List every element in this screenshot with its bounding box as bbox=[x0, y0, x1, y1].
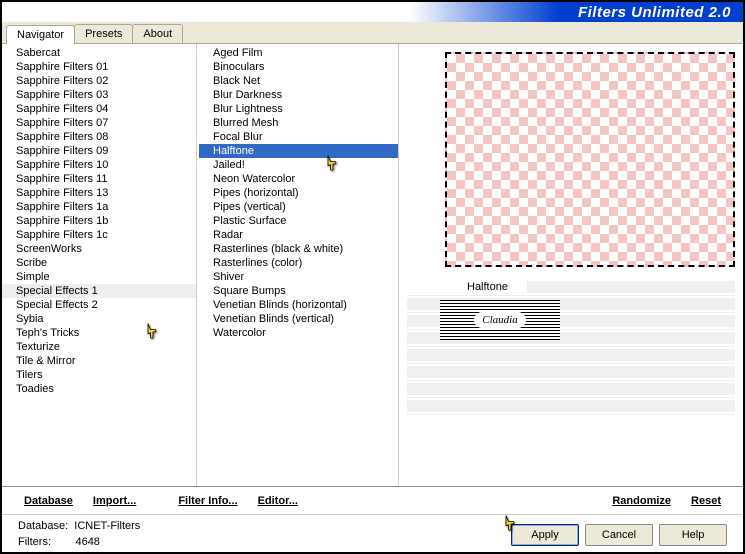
param-slider[interactable] bbox=[527, 281, 735, 293]
param-row bbox=[407, 398, 735, 415]
list-item[interactable]: Blur Darkness bbox=[199, 88, 398, 102]
db-value: ICNET-Filters bbox=[74, 520, 140, 532]
param-slider[interactable] bbox=[407, 400, 735, 412]
list-item[interactable]: Special Effects 2 bbox=[2, 298, 196, 312]
list-item[interactable]: Sapphire Filters 08 bbox=[2, 130, 196, 144]
list-item[interactable]: Sapphire Filters 03 bbox=[2, 88, 196, 102]
import-button[interactable]: Import... bbox=[85, 495, 144, 507]
param-row bbox=[407, 381, 735, 398]
filter-info-button[interactable]: Filter Info... bbox=[170, 495, 245, 507]
database-button[interactable]: Database bbox=[16, 495, 81, 507]
filters-label: Filters: bbox=[18, 536, 51, 548]
list-item[interactable]: Special Effects 1 bbox=[2, 284, 196, 298]
list-item[interactable]: Binoculars bbox=[199, 60, 398, 74]
list-item[interactable]: Tilers bbox=[2, 368, 196, 382]
help-button[interactable]: Help bbox=[659, 524, 727, 546]
main-area: SabercatSapphire Filters 01Sapphire Filt… bbox=[2, 44, 743, 486]
list-item[interactable]: Black Net bbox=[199, 74, 398, 88]
param-row: Halftone bbox=[407, 279, 735, 296]
preview-panel: Halftone bbox=[399, 44, 743, 486]
param-slider[interactable] bbox=[407, 366, 735, 378]
param-slider[interactable] bbox=[407, 349, 735, 361]
list-item[interactable]: Sybia bbox=[2, 312, 196, 326]
list-item[interactable]: Teph's Tricks bbox=[2, 326, 196, 340]
list-item[interactable]: Sapphire Filters 01 bbox=[2, 60, 196, 74]
watermark-text: Claudia bbox=[474, 312, 525, 328]
param-row bbox=[407, 347, 735, 364]
tab-strip: Navigator Presets About bbox=[2, 22, 743, 44]
list-item[interactable]: Pipes (horizontal) bbox=[199, 186, 398, 200]
filters-count: 4648 bbox=[75, 536, 99, 548]
dialog-buttons: Apply Cancel Help bbox=[511, 524, 727, 546]
list-item[interactable]: Sapphire Filters 13 bbox=[2, 186, 196, 200]
tab-navigator[interactable]: Navigator bbox=[6, 25, 75, 44]
list-item[interactable]: Halftone bbox=[199, 144, 398, 158]
list-item[interactable]: Sabercat bbox=[2, 46, 196, 60]
list-item[interactable]: Focal Blur bbox=[199, 130, 398, 144]
db-label: Database: bbox=[18, 520, 68, 532]
title-bar: Filters Unlimited 2.0 bbox=[2, 2, 743, 22]
list-item[interactable]: Jailed! bbox=[199, 158, 398, 172]
list-item[interactable]: Texturize bbox=[2, 340, 196, 354]
list-item[interactable]: Blurred Mesh bbox=[199, 116, 398, 130]
list-item[interactable]: ScreenWorks bbox=[2, 242, 196, 256]
toolbar: Database Import... Filter Info... Editor… bbox=[2, 486, 743, 514]
list-item[interactable]: Radar bbox=[199, 228, 398, 242]
list-item[interactable]: Plastic Surface bbox=[199, 214, 398, 228]
randomize-button[interactable]: Randomize bbox=[604, 495, 679, 507]
list-item[interactable]: Sapphire Filters 02 bbox=[2, 74, 196, 88]
category-list[interactable]: SabercatSapphire Filters 01Sapphire Filt… bbox=[2, 44, 197, 486]
filter-list[interactable]: Aged FilmBinocularsBlack NetBlur Darknes… bbox=[199, 44, 399, 486]
footer: Database: ICNET-Filters Filters: 4648 Ap… bbox=[2, 514, 743, 554]
list-item[interactable]: Sapphire Filters 11 bbox=[2, 172, 196, 186]
watermark-badge: Claudia bbox=[440, 300, 560, 340]
list-item[interactable]: Sapphire Filters 07 bbox=[2, 116, 196, 130]
list-item[interactable]: Sapphire Filters 10 bbox=[2, 158, 196, 172]
list-item[interactable]: Sapphire Filters 04 bbox=[2, 102, 196, 116]
list-item[interactable]: Square Bumps bbox=[199, 284, 398, 298]
editor-button[interactable]: Editor... bbox=[250, 495, 306, 507]
list-item[interactable]: Toadies bbox=[2, 382, 196, 396]
list-item[interactable]: Aged Film bbox=[199, 46, 398, 60]
list-item[interactable]: Scribe bbox=[2, 256, 196, 270]
list-item[interactable]: Rasterlines (black & white) bbox=[199, 242, 398, 256]
list-item[interactable]: Sapphire Filters 1c bbox=[2, 228, 196, 242]
list-item[interactable]: Venetian Blinds (horizontal) bbox=[199, 298, 398, 312]
tab-about[interactable]: About bbox=[132, 24, 183, 43]
preview-image bbox=[445, 52, 735, 267]
list-item[interactable]: Venetian Blinds (vertical) bbox=[199, 312, 398, 326]
cancel-button[interactable]: Cancel bbox=[585, 524, 653, 546]
status-info: Database: ICNET-Filters Filters: 4648 bbox=[18, 519, 140, 550]
app-title: Filters Unlimited 2.0 bbox=[578, 4, 731, 21]
list-item[interactable]: Shiver bbox=[199, 270, 398, 284]
reset-button[interactable]: Reset bbox=[683, 495, 729, 507]
apply-button[interactable]: Apply bbox=[511, 524, 579, 546]
list-item[interactable]: Tile & Mirror bbox=[2, 354, 196, 368]
tab-presets[interactable]: Presets bbox=[74, 24, 133, 43]
param-label: Halftone bbox=[407, 281, 527, 293]
list-item[interactable]: Neon Watercolor bbox=[199, 172, 398, 186]
list-item[interactable]: Pipes (vertical) bbox=[199, 200, 398, 214]
list-item[interactable]: Sapphire Filters 09 bbox=[2, 144, 196, 158]
param-slider[interactable] bbox=[407, 383, 735, 395]
list-item[interactable]: Sapphire Filters 1a bbox=[2, 200, 196, 214]
param-row bbox=[407, 364, 735, 381]
list-item[interactable]: Blur Lightness bbox=[199, 102, 398, 116]
list-item[interactable]: Sapphire Filters 1b bbox=[2, 214, 196, 228]
list-item[interactable]: Watercolor bbox=[199, 326, 398, 340]
list-item[interactable]: Rasterlines (color) bbox=[199, 256, 398, 270]
list-item[interactable]: Simple bbox=[2, 270, 196, 284]
